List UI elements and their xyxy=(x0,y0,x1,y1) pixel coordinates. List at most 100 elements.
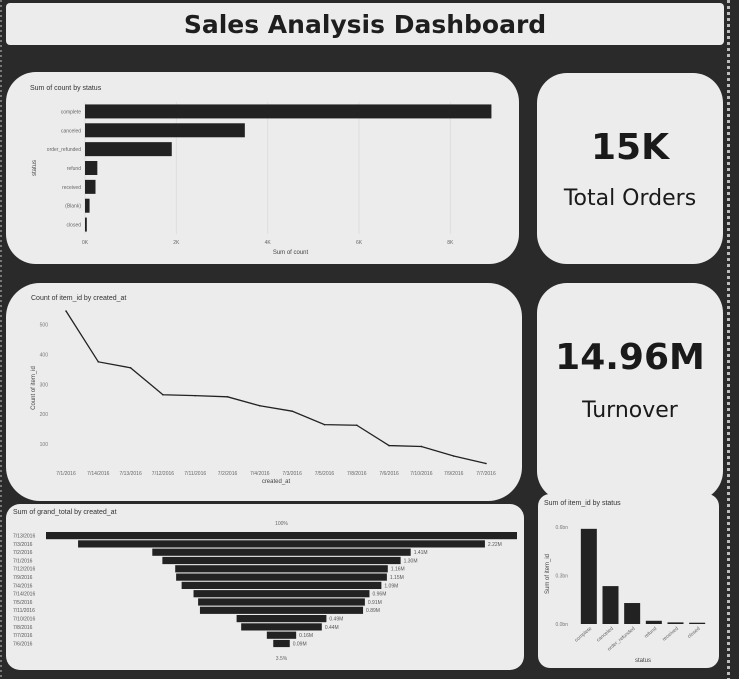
data-point xyxy=(420,445,423,448)
y-tick-label: received xyxy=(62,185,81,191)
data-point xyxy=(97,361,100,363)
left-edge xyxy=(0,0,2,679)
x-tick-label: complete xyxy=(574,626,594,644)
y-tick-label: 0.3bn xyxy=(555,574,568,580)
chart-title: Sum of item_id by status xyxy=(544,500,621,507)
data-point xyxy=(388,444,390,447)
data-label: 2.22M xyxy=(488,542,502,548)
data-label: 0.49M xyxy=(329,617,343,623)
funnel-top-label: 100% xyxy=(275,521,288,527)
x-tick-label: 7/10/2016 xyxy=(410,471,432,477)
data-label: 0.16M xyxy=(299,633,313,639)
grand-total-funnel-card[interactable]: Sum of grand_total by created_at 100% 7/13… xyxy=(6,504,524,670)
x-tick-label: 8K xyxy=(447,240,454,246)
bar xyxy=(85,104,492,119)
bar xyxy=(85,161,98,175)
items-by-status-card[interactable]: Sum of item_id by status 0.0bn 0.3bn 0.6bn c… xyxy=(538,494,719,668)
items-by-date-chart: Count of item_id by created_at 100 200 300 4… xyxy=(31,295,496,485)
bar xyxy=(645,620,662,624)
funnel-bar xyxy=(46,532,517,540)
bar xyxy=(624,603,641,624)
data-point xyxy=(355,424,358,427)
turnover-label: Turnover xyxy=(582,398,678,423)
x-tick-label: 4K xyxy=(265,240,272,246)
x-tick-label: 0K xyxy=(82,240,89,246)
data-label: 0.91M xyxy=(368,600,382,606)
data-point xyxy=(323,423,326,426)
data-label: 1.09M xyxy=(384,583,398,589)
x-axis-label: Sum of count xyxy=(273,250,309,256)
data-point xyxy=(162,393,164,396)
x-tick-label: 7/9/2016 xyxy=(444,471,464,477)
turnover-value: 14.96M xyxy=(555,337,705,378)
y-axis-label: status xyxy=(32,160,38,176)
bar xyxy=(85,217,87,232)
category-label: 7/14/2016 xyxy=(13,592,35,598)
status-count-chart: Sum of count by status 0K 2K 4K 6K 8K complete… xyxy=(30,85,492,256)
x-tick-label: 2K xyxy=(173,240,180,246)
category-label: 7/1/2016 xyxy=(13,558,33,564)
dashboard-title: Sales Analysis Dashboard xyxy=(183,9,547,39)
funnel-bar xyxy=(175,565,388,573)
right-scroll-edge xyxy=(727,0,730,679)
x-axis-label: created_at xyxy=(262,479,291,485)
y-tick-label: canceled xyxy=(61,128,81,134)
funnel-bar xyxy=(199,606,364,614)
funnel-bar xyxy=(162,556,401,565)
y-tick-label: (Blank) xyxy=(65,204,81,210)
bar xyxy=(85,123,245,138)
x-tick-label: 7/2/2016 xyxy=(218,471,238,477)
funnel-bar xyxy=(78,540,485,548)
data-label: 0.89M xyxy=(366,608,380,614)
data-point xyxy=(291,410,293,412)
data-point xyxy=(194,394,197,397)
x-tick-label: 7/5/2016 xyxy=(315,471,335,477)
category-label: 7/10/2016 xyxy=(13,617,35,623)
y-tick-label: 100 xyxy=(40,442,49,448)
data-label: 1.41M xyxy=(414,550,428,556)
data-point xyxy=(452,455,455,457)
x-tick-label: 7/8/2016 xyxy=(347,471,367,477)
x-tick-label: 7/6/2016 xyxy=(379,471,399,477)
funnel-bar xyxy=(193,590,370,598)
x-tick-label: 7/13/2016 xyxy=(119,471,141,477)
chart-title: Sum of grand_total by created_at xyxy=(13,509,117,516)
items-by-date-card[interactable]: Count of item_id by created_at 100 200 300 4… xyxy=(6,283,522,501)
total-orders-card[interactable]: 15K Total Orders xyxy=(537,73,723,264)
chart-title: Count of item_id by created_at xyxy=(31,295,126,302)
category-label: 7/8/2016 xyxy=(13,625,33,631)
funnel-bar xyxy=(273,639,290,648)
turnover-card[interactable]: 14.96M Turnover xyxy=(537,283,723,501)
bar xyxy=(85,179,96,194)
x-tick-label: closed xyxy=(687,626,702,640)
y-tick-label: 200 xyxy=(40,412,49,418)
data-point xyxy=(129,367,132,369)
funnel-bar xyxy=(181,581,382,589)
data-label: 0.96M xyxy=(372,592,386,598)
total-orders-label: Total Orders xyxy=(563,186,697,211)
bar xyxy=(580,528,597,624)
funnel-bar xyxy=(266,631,297,639)
items-by-status-chart: Sum of item_id by status 0.0bn 0.3bn 0.6bn c… xyxy=(544,500,706,664)
y-tick-label: closed xyxy=(67,223,82,229)
funnel-bar xyxy=(176,573,387,581)
x-tick-label: canceled xyxy=(596,626,615,644)
bar xyxy=(667,622,684,624)
bar xyxy=(85,142,172,157)
x-tick-label: 7/12/2016 xyxy=(152,471,174,477)
x-tick-label: 7/3/2016 xyxy=(282,471,302,477)
bar xyxy=(85,198,90,213)
category-label: 7/5/2016 xyxy=(13,600,33,606)
y-axis-label: Sum of item_id xyxy=(545,554,551,594)
funnel-bar xyxy=(236,615,327,623)
funnel-bar xyxy=(152,548,411,556)
x-tick-label: 7/7/2016 xyxy=(476,471,496,477)
funnel-bar xyxy=(198,598,365,606)
data-point xyxy=(226,396,229,398)
x-tick-label: refund xyxy=(643,626,658,640)
category-label: 7/9/2016 xyxy=(13,575,33,581)
grand-total-funnel-chart: Sum of grand_total by created_at 100% 7/13… xyxy=(13,509,517,662)
status-count-card[interactable]: Sum of count by status 0K 2K 4K 6K 8K complete… xyxy=(6,72,519,264)
y-tick-label: 0.0bn xyxy=(555,622,568,628)
total-orders-value: 15K xyxy=(591,127,669,168)
